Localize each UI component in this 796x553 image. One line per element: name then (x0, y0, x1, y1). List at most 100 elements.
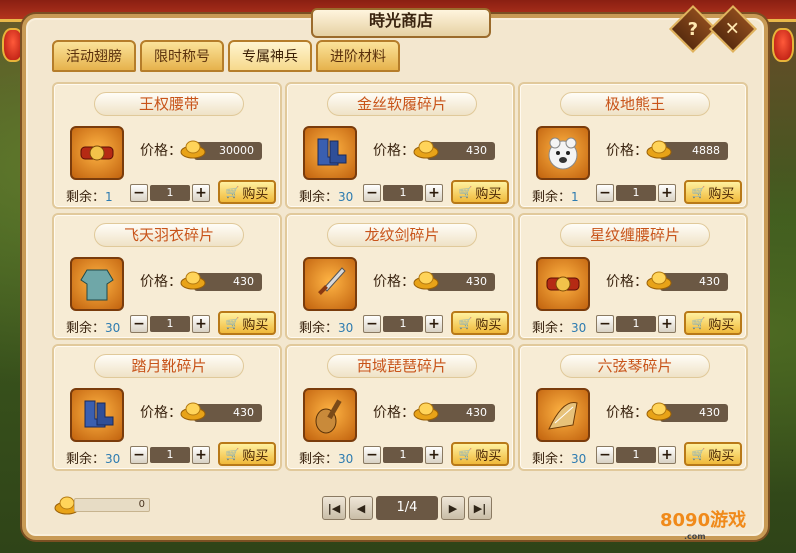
gold-ingot-icon (646, 271, 672, 290)
price-label: 价格： (373, 143, 415, 159)
tab-materials[interactable]: 进阶材料 (316, 40, 400, 72)
first-page-button[interactable]: |◀ (322, 496, 346, 520)
increase-button[interactable]: + (425, 315, 443, 333)
buy-button[interactable]: 🛒 购买 (451, 442, 509, 466)
buy-label: 购买 (242, 317, 269, 333)
item-name: 极地熊王 (560, 92, 710, 116)
increase-button[interactable]: + (425, 184, 443, 202)
cart-icon: 🛒 (458, 316, 473, 330)
last-page-button[interactable]: ▶| (468, 496, 492, 520)
increase-button[interactable]: + (192, 315, 210, 333)
buy-label: 购买 (475, 186, 502, 202)
increase-button[interactable]: + (192, 184, 210, 202)
gold-ingot-icon (180, 140, 206, 159)
increase-button[interactable]: + (658, 446, 676, 464)
increase-button[interactable]: + (192, 446, 210, 464)
decrease-button[interactable]: − (596, 184, 614, 202)
prev-page-button[interactable]: ◀ (349, 496, 373, 520)
boots-icon[interactable] (303, 126, 357, 180)
remaining-text: 剩余： (532, 452, 572, 467)
belt-icon[interactable] (70, 126, 124, 180)
buy-button[interactable]: 🛒 购买 (684, 180, 742, 204)
help-icon: ? (687, 18, 699, 40)
shop-item-card: 极地熊王 价格： 4888 剩余：1 − 1 + 🛒 购买 (518, 82, 748, 209)
decrease-button[interactable]: − (130, 446, 148, 464)
buy-button[interactable]: 🛒 购买 (451, 180, 509, 204)
increase-button[interactable]: + (425, 446, 443, 464)
buy-button[interactable]: 🛒 购买 (451, 311, 509, 335)
buy-button[interactable]: 🛒 购买 (684, 311, 742, 335)
decrease-button[interactable]: − (130, 315, 148, 333)
buy-button[interactable]: 🛒 购买 (218, 180, 276, 204)
quantity-input[interactable]: 1 (150, 185, 190, 201)
robe-icon[interactable] (70, 257, 124, 311)
lantern-icon (772, 28, 794, 62)
price-label: 价格： (140, 274, 182, 290)
quantity-input[interactable]: 1 (616, 185, 656, 201)
buy-label: 购买 (708, 317, 735, 333)
quantity-stepper: − 1 + (596, 184, 676, 202)
decrease-button[interactable]: − (363, 446, 381, 464)
buy-label: 购买 (475, 448, 502, 464)
increase-button[interactable]: + (658, 184, 676, 202)
tab-weapons[interactable]: 专属神兵 (228, 40, 312, 72)
remaining-label: 剩余：1 (532, 186, 579, 205)
sword-icon[interactable] (303, 257, 357, 311)
item-name: 踏月靴碎片 (94, 354, 244, 378)
quantity-stepper: − 1 + (596, 446, 676, 464)
quantity-input[interactable]: 1 (383, 316, 423, 332)
quantity-input[interactable]: 1 (150, 447, 190, 463)
decrease-button[interactable]: − (596, 446, 614, 464)
item-grid: 王权腰带 价格： 30000 剩余：1 − 1 + 🛒 购买 金丝软履碎片 价格：… (52, 82, 748, 471)
decrease-button[interactable]: − (596, 315, 614, 333)
remaining-count: 30 (338, 321, 354, 335)
quantity-input[interactable]: 1 (383, 447, 423, 463)
close-icon: ✕ (725, 18, 741, 40)
price-label: 价格： (140, 143, 182, 159)
item-name: 龙纹剑碎片 (327, 223, 477, 247)
shop-panel: 時光商店 ? ✕ 活动翅膀 限时称号 专属神兵 进阶材料 王权腰带 价格： 30… (22, 4, 768, 540)
next-page-button[interactable]: ▶ (441, 496, 465, 520)
decrease-button[interactable]: − (363, 184, 381, 202)
lantern-icon (2, 28, 24, 62)
page-indicator: 1/4 (376, 496, 438, 520)
buy-button[interactable]: 🛒 购买 (684, 442, 742, 466)
cart-icon: 🛒 (225, 185, 240, 199)
buy-button[interactable]: 🛒 购买 (218, 311, 276, 335)
remaining-count: 30 (571, 321, 587, 335)
remaining-count: 30 (338, 190, 354, 204)
quantity-stepper: − 1 + (130, 184, 210, 202)
cart-icon: 🛒 (225, 316, 240, 330)
boots-icon[interactable] (70, 388, 124, 442)
tab-titles[interactable]: 限时称号 (140, 40, 224, 72)
site-watermark: 8090游戏 .com (660, 506, 746, 541)
item-name: 飞天羽衣碎片 (94, 223, 244, 247)
decrease-button[interactable]: − (363, 315, 381, 333)
buy-button[interactable]: 🛒 购买 (218, 442, 276, 466)
quantity-input[interactable]: 1 (383, 185, 423, 201)
tab-wings[interactable]: 活动翅膀 (52, 40, 136, 72)
cart-icon: 🛒 (691, 185, 706, 199)
quantity-stepper: − 1 + (363, 184, 443, 202)
quantity-input[interactable]: 1 (616, 447, 656, 463)
remaining-count: 1 (105, 190, 113, 204)
shop-item-card: 飞天羽衣碎片 价格： 430 剩余：30 − 1 + 🛒 购买 (52, 213, 282, 340)
quantity-stepper: − 1 + (363, 446, 443, 464)
gold-ingot-icon (180, 402, 206, 421)
bear-icon[interactable] (536, 126, 590, 180)
gold-ingot-icon (646, 402, 672, 421)
belt-icon[interactable] (536, 257, 590, 311)
shop-item-card: 金丝软履碎片 价格： 430 剩余：30 − 1 + 🛒 购买 (285, 82, 515, 209)
quantity-input[interactable]: 1 (150, 316, 190, 332)
gold-ingot-icon (413, 140, 439, 159)
price-label: 价格： (373, 405, 415, 421)
remaining-text: 剩余： (532, 321, 572, 336)
increase-button[interactable]: + (658, 315, 676, 333)
cart-icon: 🛒 (458, 185, 473, 199)
quantity-input[interactable]: 1 (616, 316, 656, 332)
decrease-button[interactable]: − (130, 184, 148, 202)
pipa-icon[interactable] (303, 388, 357, 442)
harp-icon[interactable] (536, 388, 590, 442)
price-label: 价格： (373, 274, 415, 290)
price-label: 价格： (606, 274, 648, 290)
